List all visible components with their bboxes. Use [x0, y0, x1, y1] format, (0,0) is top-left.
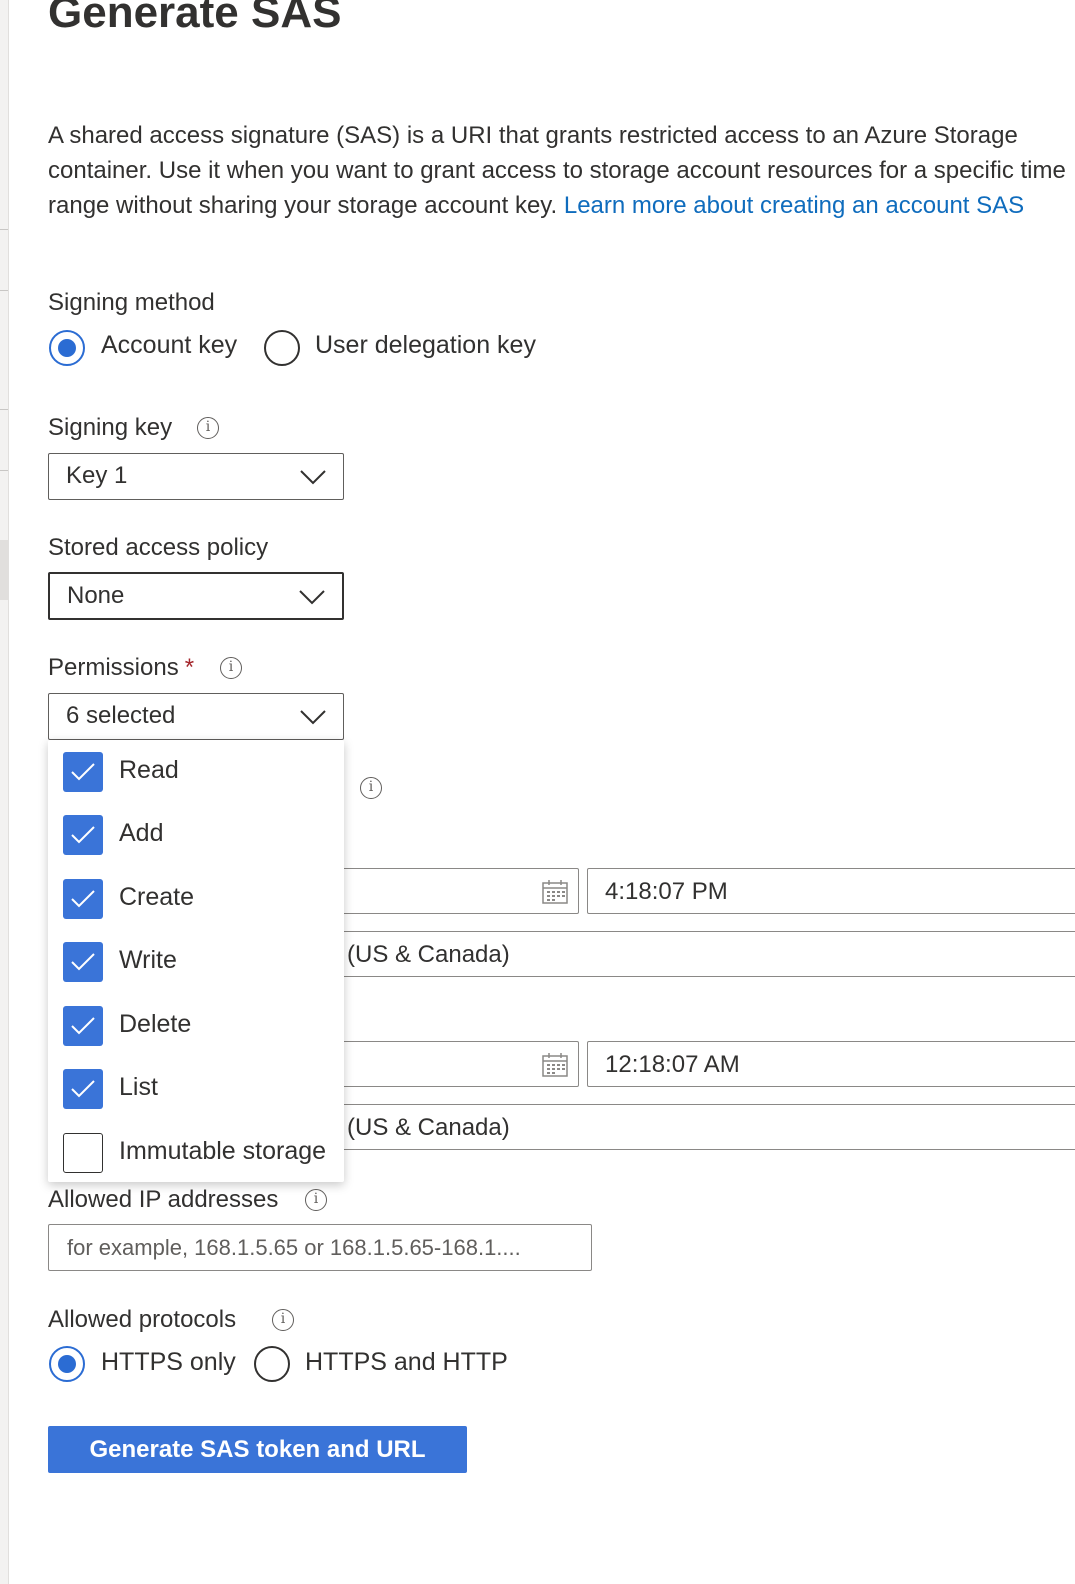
- checkmark-icon: [71, 1080, 95, 1098]
- option-label: Delete: [119, 1010, 192, 1038]
- radio-label: HTTPS and HTTP: [305, 1348, 508, 1376]
- radio-button-checked[interactable]: [49, 330, 85, 366]
- edge-divider: [0, 409, 8, 410]
- info-icon[interactable]: i: [220, 657, 242, 679]
- info-icon[interactable]: i: [272, 1309, 294, 1331]
- expiry-time-input[interactable]: 12:18:07 AM: [587, 1041, 1075, 1087]
- info-icon[interactable]: i: [197, 417, 219, 439]
- start-time-input[interactable]: 4:18:07 PM: [587, 868, 1075, 914]
- radio-account-key[interactable]: Account key: [48, 328, 248, 368]
- permission-option-create[interactable]: Create: [48, 867, 344, 930]
- permission-option-immutable-storage[interactable]: Immutable storage: [48, 1121, 344, 1184]
- page-title: Generate SAS: [48, 0, 342, 37]
- timezone-value: (US & Canada): [347, 1114, 510, 1141]
- edge-block: [0, 540, 8, 600]
- allowed-ip-field[interactable]: [48, 1224, 592, 1271]
- permission-option-write[interactable]: Write: [48, 930, 344, 993]
- radio-https-and-http[interactable]: HTTPS and HTTP: [254, 1344, 514, 1384]
- checkbox-checked[interactable]: [63, 1006, 103, 1046]
- checkbox-checked[interactable]: [63, 879, 103, 919]
- info-icon[interactable]: i: [305, 1189, 327, 1211]
- checkmark-icon: [71, 953, 95, 971]
- info-icon[interactable]: i: [360, 777, 382, 799]
- radio-label: HTTPS only: [101, 1348, 236, 1376]
- start-time-value: 4:18:07 PM: [605, 878, 728, 905]
- signing-key-label: Signing key: [48, 414, 173, 441]
- signing-method-label: Signing method: [48, 289, 215, 316]
- chevron-up-icon: [300, 710, 326, 725]
- required-marker: *: [184, 654, 195, 681]
- edge-divider: [0, 290, 8, 291]
- radio-user-delegation-key[interactable]: User delegation key: [264, 328, 554, 368]
- checkmark-icon: [71, 1017, 95, 1035]
- expiry-timezone-select[interactable]: (US & Canada): [300, 1104, 1075, 1150]
- calendar-icon[interactable]: [542, 1053, 568, 1077]
- chevron-down-icon: [299, 590, 325, 605]
- stored-access-policy-select[interactable]: None: [48, 572, 344, 620]
- allowed-protocols-label: Allowed protocols: [48, 1306, 237, 1333]
- radio-button[interactable]: [264, 330, 300, 366]
- checkbox-checked[interactable]: [63, 1069, 103, 1109]
- expiry-time-value: 12:18:07 AM: [605, 1051, 740, 1078]
- edge-divider: [0, 470, 8, 471]
- edge-divider: [0, 229, 8, 230]
- timezone-value: (US & Canada): [347, 941, 510, 968]
- checkbox-checked[interactable]: [63, 942, 103, 982]
- calendar-icon[interactable]: [542, 880, 568, 904]
- checkbox-unchecked[interactable]: [63, 1133, 103, 1173]
- permission-option-delete[interactable]: Delete: [48, 994, 344, 1057]
- permissions-dropdown: Read Add Create Write Delete List Immuta…: [48, 740, 344, 1182]
- option-label: Create: [119, 883, 195, 911]
- radio-label: Account key: [101, 331, 238, 359]
- checkmark-icon: [71, 890, 95, 908]
- radio-button-checked[interactable]: [49, 1346, 85, 1382]
- left-panel-edge: [0, 0, 9, 1584]
- checkbox-checked[interactable]: [63, 752, 103, 792]
- permission-option-add[interactable]: Add: [48, 803, 344, 866]
- allowed-ip-input[interactable]: [65, 1225, 579, 1271]
- checkmark-icon: [71, 826, 95, 844]
- permission-option-read[interactable]: Read: [48, 740, 344, 803]
- select-value: Key 1: [66, 462, 128, 489]
- option-label: Read: [119, 756, 179, 784]
- radio-button[interactable]: [254, 1346, 290, 1382]
- start-timezone-select[interactable]: (US & Canada): [300, 931, 1075, 977]
- option-label: List: [119, 1073, 158, 1101]
- permissions-select[interactable]: 6 selected: [48, 693, 344, 740]
- chevron-down-icon: [300, 470, 326, 485]
- permissions-label-text: Permissions: [48, 654, 179, 681]
- radio-https-only[interactable]: HTTPS only: [48, 1344, 248, 1384]
- permissions-label: Permissions *: [48, 654, 194, 682]
- permission-option-list[interactable]: List: [48, 1057, 344, 1120]
- learn-more-link[interactable]: Learn more about creating an account SAS: [564, 192, 1024, 219]
- option-label: Immutable storage: [119, 1137, 327, 1165]
- checkmark-icon: [71, 763, 95, 781]
- generate-sas-button[interactable]: Generate SAS token and URL: [48, 1426, 467, 1473]
- select-value: 6 selected: [66, 702, 176, 729]
- signing-key-select[interactable]: Key 1: [48, 453, 344, 500]
- checkbox-checked[interactable]: [63, 815, 103, 855]
- option-label: Write: [119, 946, 177, 974]
- radio-label: User delegation key: [315, 331, 536, 359]
- stored-access-policy-label: Stored access policy: [48, 534, 269, 561]
- allowed-ip-label: Allowed IP addresses: [48, 1186, 279, 1213]
- option-label: Add: [119, 819, 164, 847]
- description: A shared access signature (SAS) is a URI…: [48, 118, 1075, 223]
- select-value: None: [67, 582, 125, 609]
